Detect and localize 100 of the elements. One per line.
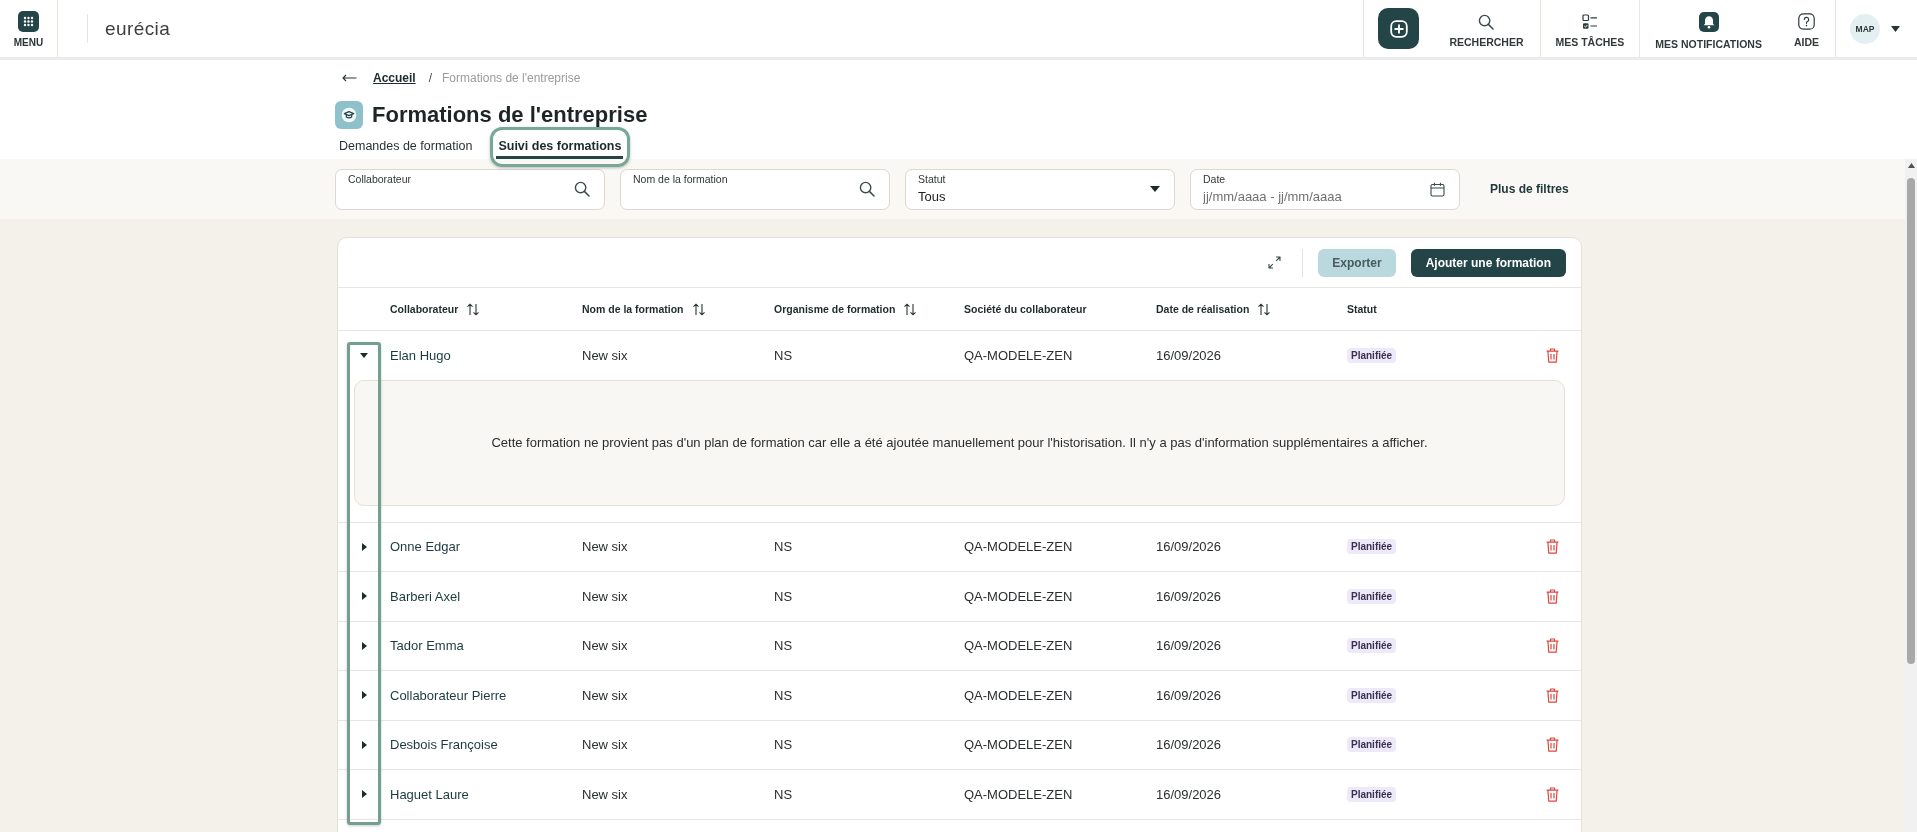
caret-right-icon[interactable] [361, 592, 367, 601]
caret-right-icon[interactable] [361, 691, 367, 700]
table-cell: NS [774, 737, 793, 753]
sort-icon[interactable] [691, 302, 706, 316]
caret-down-icon [1150, 186, 1160, 192]
table-cell: QA-MODELE-ZEN [964, 347, 1073, 363]
back-arrow-icon[interactable] [342, 74, 357, 82]
caret-right-icon[interactable] [361, 542, 367, 551]
search-icon [859, 181, 875, 197]
search-icon [574, 181, 590, 197]
status-badge: Planifiée [1347, 539, 1397, 555]
table-cell: New six [582, 347, 628, 363]
scroll-up-arrow-icon[interactable] [1907, 163, 1915, 168]
caret-right-icon[interactable] [361, 790, 367, 799]
trash-icon[interactable] [1545, 687, 1559, 703]
table-cell: Elan Hugo [390, 347, 451, 363]
status-badge: Planifiée [1347, 588, 1397, 604]
caret-right-icon[interactable] [361, 740, 367, 749]
table-cell: New six [582, 737, 628, 753]
trash-icon[interactable] [1545, 347, 1559, 363]
graduation-cap-icon [335, 101, 363, 129]
table-cell: 16/09/2026 [1156, 347, 1222, 363]
tab[interactable]: Demandes de formation [337, 130, 475, 159]
table-cell: NS [774, 687, 793, 703]
table-cell: New six [582, 786, 628, 802]
table-cell: 16/09/2026 [1156, 539, 1222, 555]
caret-down-icon[interactable] [360, 352, 368, 358]
select-field[interactable]: Statut Tous [905, 168, 1175, 210]
search-field[interactable]: Collaborateur [335, 168, 605, 210]
search-button[interactable]: RECHERCHER [1449, 9, 1524, 48]
date-field[interactable]: Date jj/mm/aaaa - jj/mm/aaaa [1190, 168, 1460, 210]
scrollbar[interactable] [1905, 159, 1917, 832]
table-cell: 16/09/2026 [1156, 786, 1222, 802]
column-header: Statut [1347, 303, 1377, 315]
trash-icon[interactable] [1545, 737, 1559, 753]
status-badge: Planifiée [1347, 687, 1397, 703]
table-cell: 16/09/2026 [1156, 687, 1222, 703]
table-cell: New six [582, 539, 628, 555]
notifications-button[interactable]: MES NOTIFICATIONS [1655, 7, 1762, 50]
sort-icon[interactable] [903, 302, 918, 316]
breadcrumb-separator: / [428, 71, 433, 85]
column-header: Nom de la formation [582, 303, 684, 315]
table-cell: Tador Emma [390, 638, 464, 654]
expand-icon[interactable] [1268, 256, 1282, 269]
table-cell: 16/09/2026 [1156, 638, 1222, 654]
help-icon [1797, 13, 1815, 30]
more-filters-button[interactable]: Plus de filtres [1490, 182, 1569, 196]
table-cell: QA-MODELE-ZEN [964, 737, 1073, 753]
table-cell: QA-MODELE-ZEN [964, 539, 1073, 555]
status-badge: Planifiée [1347, 737, 1397, 753]
column-header: Organisme de formation [774, 303, 896, 315]
page-title: Formations de l'entreprise [372, 101, 648, 129]
table-cell: New six [582, 588, 628, 604]
add-training-button[interactable]: Ajouter une formation [1410, 248, 1566, 277]
table-cell: NS [774, 539, 793, 555]
table-cell: NS [774, 347, 793, 363]
status-badge: Planifiée [1347, 786, 1397, 802]
table-cell: QA-MODELE-ZEN [964, 786, 1073, 802]
trash-icon[interactable] [1545, 588, 1559, 604]
scrollbar-thumb[interactable] [1907, 178, 1915, 664]
caret-down-icon[interactable] [1891, 25, 1900, 32]
tasks-button[interactable]: MES TÂCHES [1555, 9, 1625, 48]
table-cell: New six [582, 638, 628, 654]
help-button[interactable]: AIDE [1793, 9, 1819, 48]
trash-icon[interactable] [1545, 638, 1559, 654]
sort-icon[interactable] [466, 302, 481, 316]
column-header: Société du collaborateur [964, 303, 1087, 315]
status-badge: Planifiée [1347, 638, 1397, 654]
logo[interactable]: eurécia [105, 17, 171, 40]
search-field[interactable]: Nom de la formation [620, 168, 890, 210]
grid-icon [18, 10, 39, 32]
calendar-icon[interactable] [1430, 181, 1445, 197]
bell-icon [1698, 11, 1719, 32]
breadcrumb-current: Formations de l'entreprise [442, 71, 581, 85]
table-cell: QA-MODELE-ZEN [964, 588, 1073, 604]
table-cell: Barberi Axel [390, 588, 461, 604]
add-button[interactable] [1378, 8, 1420, 49]
trash-icon[interactable] [1545, 539, 1559, 555]
trash-icon[interactable] [1545, 786, 1559, 802]
table-cell: Haguet Laure [390, 786, 469, 802]
search-icon [1478, 13, 1495, 30]
checklist-icon [1581, 13, 1598, 30]
table-cell: QA-MODELE-ZEN [964, 638, 1073, 654]
status-badge: Planifiée [1347, 347, 1397, 363]
table-cell: NS [774, 786, 793, 802]
table-cell: NS [774, 588, 793, 604]
export-button[interactable]: Exporter [1318, 248, 1396, 277]
table-cell: QA-MODELE-ZEN [964, 687, 1073, 703]
plus-icon [1389, 19, 1408, 38]
table-cell: Onne Edgar [390, 539, 461, 555]
user-avatar[interactable]: MAP [1850, 13, 1880, 44]
caret-right-icon[interactable] [361, 641, 367, 650]
table-cell: NS [774, 638, 793, 654]
table-cell: 16/09/2026 [1156, 588, 1222, 604]
detail-text: Cette formation ne provient pas d'un plan de formation car elle a été ajoutée manuellement pour l'historisation. Il n'y a pas d'information supplémentaires a afficher. [491, 433, 1428, 452]
table-cell: Collaborateur Pierre [390, 687, 507, 703]
table-cell: Desbois Françoise [390, 737, 498, 753]
breadcrumb-link[interactable]: Accueil [373, 71, 416, 85]
sort-icon[interactable] [1257, 302, 1272, 316]
date-input[interactable]: jj/mm/aaaa - jj/mm/aaaa [1203, 188, 1353, 205]
